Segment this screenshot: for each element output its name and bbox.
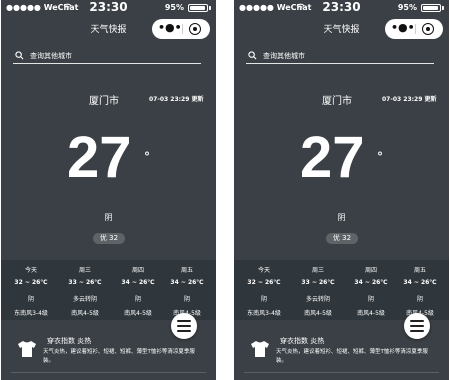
menu-capsule: •●•	[152, 19, 210, 39]
forecast-wind: 南风4-5级	[357, 310, 385, 317]
current-weather: 阴	[337, 213, 346, 222]
forecast-day-0: 今天 32 ~ 26℃ 阴 东南风3-4级	[237, 260, 291, 320]
search-bar[interactable]: 查询其他城市	[246, 50, 434, 64]
city-name: 厦门市	[89, 96, 119, 107]
forecast-temp: 34 ~ 26℃	[170, 279, 204, 286]
forecast-weather: 阴	[367, 296, 374, 303]
forecast-day-0: 今天 32 ~ 26℃ 阴 东南风3-4级	[4, 260, 58, 320]
forecast-day-label: 周四	[364, 267, 377, 274]
target-circle-icon[interactable]	[422, 23, 434, 35]
update-time: 07-03 23:29 更新	[382, 96, 437, 103]
battery-icon	[421, 4, 441, 12]
forecast-panel: 今天 32 ~ 26℃ 阴 东南风3-4级 周三 33 ~ 26℃ 多云转阴 南…	[1, 260, 216, 320]
current-temperature: 27	[67, 125, 132, 190]
forecast-day-2: 周四 34 ~ 26℃ 阴 南风4-5级	[111, 260, 165, 320]
nav-bar: 天气快报 •●•	[1, 16, 216, 42]
search-input[interactable]: 查询其他城市	[263, 51, 305, 61]
forecast-day-label: 周三	[311, 267, 324, 274]
forecast-temp: 34 ~ 26℃	[121, 279, 155, 286]
battery-percent: 95%	[397, 3, 417, 12]
forecast-wind: 东南风3-4级	[14, 310, 48, 317]
search-input[interactable]: 查询其他城市	[30, 51, 72, 61]
forecast-temp: 32 ~ 26℃	[14, 279, 48, 286]
status-bar: ●●●●● WeChat 23:30 95%	[1, 0, 216, 16]
temperature-unit: °	[377, 150, 383, 164]
current-weather: 阴	[104, 213, 113, 222]
forecast-wind: 东南风3-4级	[247, 310, 281, 317]
divider	[11, 372, 206, 373]
phone-screen-right: ●●●●● WeChat 23:30 95% 天气快报 •●• 查询其他城市 厦…	[234, 0, 449, 380]
forecast-day-label: 周三	[78, 267, 91, 274]
battery-percent: 95%	[164, 3, 184, 12]
forecast-day-label: 今天	[24, 267, 37, 274]
forecast-day-1: 周三 33 ~ 26℃ 多云转阴 南风4-5级	[58, 260, 112, 320]
forecast-temp: 34 ~ 26℃	[354, 279, 388, 286]
forecast-weather: 阴	[134, 296, 141, 303]
more-dots-icon[interactable]: •●•	[391, 21, 415, 37]
forecast-day-label: 周四	[131, 267, 144, 274]
forecast-day-label: 周五	[413, 267, 426, 274]
phone-screen-left: ●●●●● WeChat 23:30 95% 天气快报 •●• 查询其他城市 厦…	[1, 0, 216, 380]
forecast-temp: 33 ~ 26℃	[68, 279, 102, 286]
lifestyle-title: 穿衣指数 炎热	[47, 337, 92, 345]
aqi-badge: 优 32	[326, 233, 358, 244]
hamburger-menu-icon[interactable]	[404, 313, 430, 339]
forecast-temp: 34 ~ 26℃	[403, 279, 437, 286]
forecast-weather: 阴	[183, 296, 190, 303]
forecast-day-3: 周五 34 ~ 26℃ 阴 南风4-5级	[393, 260, 447, 320]
battery-icon	[188, 4, 208, 12]
lifestyle-description: 天气炎热，建议着短衫、短裙、短裤、薄型T恤衫等清凉夏季服装。	[276, 349, 428, 364]
forecast-wind: 南风4-5级	[124, 310, 152, 317]
forecast-weather: 多云转阴	[72, 296, 97, 303]
tshirt-icon	[251, 341, 269, 357]
forecast-temp: 32 ~ 26℃	[247, 279, 281, 286]
screenshot-stage: ●●●●● WeChat 23:30 95% 天气快报 •●• 查询其他城市 厦…	[0, 0, 450, 380]
forecast-day-1: 周三 33 ~ 26℃ 多云转阴 南风4-5级	[291, 260, 345, 320]
aqi-badge: 优 32	[93, 233, 125, 244]
forecast-wind: 南风4-5级	[304, 310, 332, 317]
forecast-weather: 多云转阴	[305, 296, 330, 303]
battery-tip	[209, 6, 211, 10]
forecast-panel: 今天 32 ~ 26℃ 阴 东南风3-4级 周三 33 ~ 26℃ 多云转阴 南…	[234, 260, 449, 320]
forecast-weather: 阴	[27, 296, 34, 303]
forecast-temp: 33 ~ 26℃	[301, 279, 335, 286]
city-name: 厦门市	[322, 96, 352, 107]
forecast-weather: 阴	[416, 296, 423, 303]
hamburger-menu-icon[interactable]	[171, 313, 197, 339]
search-icon	[248, 51, 257, 60]
capsule-divider	[415, 24, 416, 34]
target-circle-icon[interactable]	[189, 23, 201, 35]
forecast-day-label: 周五	[180, 267, 193, 274]
tshirt-icon	[18, 341, 36, 357]
temperature-unit: °	[144, 150, 150, 164]
lifestyle-description: 天气炎热，建议着短衫、短裙、短裤、薄型T恤衫等清凉夏季服装。	[43, 349, 195, 364]
status-bar: ●●●●● WeChat 23:30 95%	[234, 0, 449, 16]
capsule-divider	[182, 24, 183, 34]
more-dots-icon[interactable]: •●•	[158, 21, 182, 37]
search-icon	[15, 51, 24, 60]
menu-capsule: •●•	[385, 19, 443, 39]
divider	[244, 372, 439, 373]
forecast-day-3: 周五 34 ~ 26℃ 阴 南风4-5级	[160, 260, 214, 320]
battery-tip	[442, 6, 444, 10]
forecast-day-label: 今天	[257, 267, 270, 274]
current-temperature: 27	[300, 125, 365, 190]
forecast-wind: 南风4-5级	[71, 310, 99, 317]
forecast-weather: 阴	[260, 296, 267, 303]
forecast-day-2: 周四 34 ~ 26℃ 阴 南风4-5级	[344, 260, 398, 320]
search-bar[interactable]: 查询其他城市	[13, 50, 201, 64]
update-time: 07-03 23:29 更新	[149, 96, 204, 103]
nav-bar: 天气快报 •●•	[234, 16, 449, 42]
lifestyle-title: 穿衣指数 炎热	[280, 337, 325, 345]
